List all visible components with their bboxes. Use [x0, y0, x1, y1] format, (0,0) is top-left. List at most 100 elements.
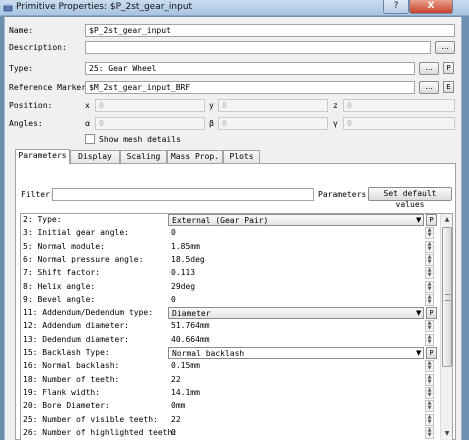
- parameter-name: 26: Number of highlighted teeth:: [23, 427, 178, 437]
- spinner-icon[interactable]: ▲ ▼: [425, 333, 434, 346]
- title-bar: Primitive Properties: $P_2st_gear_input …: [0, 0, 469, 16]
- parameter-p-button[interactable]: P: [426, 347, 437, 359]
- angle-alpha-field[interactable]: 0: [95, 117, 205, 130]
- parameter-row: 15: Backlash Type: Normal backlash ▼ P: [21, 347, 441, 359]
- scroll-down-icon[interactable]: ▼: [441, 428, 452, 440]
- description-label: Description:: [9, 43, 67, 52]
- spinner-icon[interactable]: ▲ ▼: [425, 293, 434, 306]
- parameter-row: 9: Bevel angle: 0 ▲ ▼: [21, 293, 441, 306]
- parameter-row: 19: Flank width: 14.1mm ▲ ▼: [21, 386, 441, 399]
- spinner-icon[interactable]: ▲ ▼: [425, 373, 434, 386]
- position-y-label: y: [209, 101, 214, 110]
- parameter-value-field[interactable]: 0: [168, 227, 434, 239]
- scroll-up-icon[interactable]: ▲: [441, 214, 452, 226]
- spinner-icon[interactable]: ▲ ▼: [425, 280, 434, 293]
- parameter-p-button[interactable]: P: [426, 214, 437, 226]
- parameter-value-field[interactable]: 1.85mm: [168, 241, 434, 253]
- parameter-value-field[interactable]: 29deg: [168, 281, 434, 293]
- parameter-value-field[interactable]: 22: [168, 374, 434, 386]
- scrollbar-thumb[interactable]: [442, 227, 452, 367]
- parameter-value-field[interactable]: 0mm: [168, 400, 434, 412]
- tab-parameters[interactable]: Parameters: [15, 149, 70, 164]
- parameter-row: 6: Normal pressure angle: 18.5deg ▲ ▼: [21, 253, 441, 266]
- parameter-grid: 2: Type: External (Gear Pair) ▼ P 3: Initial…: [20, 213, 453, 440]
- name-label: Name:: [9, 26, 34, 35]
- angle-alpha-label: α: [85, 119, 91, 128]
- parameter-value-field[interactable]: 22: [168, 414, 434, 426]
- spinner-icon[interactable]: ▲ ▼: [425, 267, 434, 280]
- close-button[interactable]: X: [409, 0, 453, 14]
- spinner-icon[interactable]: ▲ ▼: [425, 426, 434, 439]
- parameter-name: 6: Normal pressure angle:: [23, 254, 144, 264]
- parameter-scrollbar[interactable]: ▲ ▼: [440, 214, 452, 440]
- set-default-values-button[interactable]: Set default values: [368, 187, 452, 209]
- spinner-icon[interactable]: ▲ ▼: [425, 320, 434, 333]
- parameter-dropdown[interactable]: Diameter: [168, 307, 424, 320]
- position-z-field[interactable]: 0: [343, 99, 455, 112]
- spinner-icon[interactable]: ▲ ▼: [425, 240, 434, 253]
- parameter-name: 7: Shift factor:: [23, 268, 101, 278]
- reference-marker-label: Reference Marker:: [9, 83, 91, 92]
- spinner-icon[interactable]: ▲ ▼: [425, 253, 434, 266]
- parameter-row: 7: Shift factor: 0.113 ▲ ▼: [21, 267, 441, 280]
- position-x-field[interactable]: 0: [95, 99, 205, 112]
- parameter-value-field[interactable]: 18.5deg: [168, 254, 434, 266]
- position-y-field[interactable]: 0: [218, 99, 328, 112]
- parameter-value-field[interactable]: 14.1mm: [168, 387, 434, 399]
- parameter-name: 3: Initial gear angle:: [23, 228, 129, 238]
- tab-scaling[interactable]: Scaling: [120, 150, 167, 163]
- parameter-row: 13: Dedendum diameter: 40.664mm ▲ ▼: [21, 333, 441, 346]
- spinner-icon[interactable]: ▲ ▼: [425, 360, 434, 373]
- parameter-row: 5: Normal module: 1.85mm ▲ ▼: [21, 240, 441, 253]
- dialog-body: Name: $P_2st_gear_input Description: ...…: [4, 17, 462, 440]
- reference-marker-field[interactable]: $M_2st_gear_input_BRF: [85, 81, 415, 94]
- angle-gamma-field[interactable]: 0: [343, 117, 455, 130]
- parameter-row: 20: Bore Diameter: 0mm ▲ ▼: [21, 400, 441, 413]
- parameter-row: 26: Number of highlighted teeth: 0 ▲ ▼: [21, 426, 441, 439]
- type-p-button[interactable]: P: [443, 62, 454, 74]
- angle-beta-label: β: [209, 119, 215, 128]
- angle-beta-field[interactable]: 0: [218, 117, 328, 130]
- parameter-row: 18: Number of teeth: 22 ▲ ▼: [21, 373, 441, 386]
- tab-mass-prop[interactable]: Mass Prop.: [167, 150, 223, 163]
- angles-label: Angles:: [9, 119, 43, 128]
- description-browse-button[interactable]: ...: [435, 41, 455, 54]
- spinner-icon[interactable]: ▲ ▼: [425, 400, 434, 413]
- parameter-name: 5: Normal module:: [23, 241, 105, 251]
- position-z-label: z: [333, 101, 338, 110]
- parameter-value-field[interactable]: 0.113: [168, 267, 434, 279]
- app-icon: [3, 4, 13, 12]
- parameter-value-field[interactable]: 51.764mm: [168, 320, 434, 332]
- tab-plots[interactable]: Plots: [223, 150, 260, 163]
- parameter-value-field[interactable]: 40.664mm: [168, 334, 434, 346]
- parameter-name: 8: Helix angle:: [23, 281, 96, 291]
- parameter-row: 2: Type: External (Gear Pair) ▼ P: [21, 214, 441, 226]
- spinner-icon[interactable]: ▲ ▼: [425, 413, 434, 426]
- name-field[interactable]: $P_2st_gear_input: [85, 24, 455, 37]
- parameter-value-field[interactable]: 0: [168, 427, 434, 439]
- parameter-value-field[interactable]: 0.15mm: [168, 360, 434, 372]
- spinner-icon[interactable]: ▲ ▼: [425, 386, 434, 399]
- parameter-name: 12: Addendum diameter:: [23, 321, 129, 331]
- parameter-dropdown[interactable]: External (Gear Pair): [168, 214, 424, 226]
- parameters-panel: Filter: Parameters: Set default values 2…: [15, 163, 456, 440]
- show-mesh-checkbox[interactable]: [85, 134, 95, 144]
- parameter-name: 25: Number of visible teeth:: [23, 414, 158, 424]
- filter-input[interactable]: [52, 188, 314, 201]
- parameter-name: 15: Backlash Type:: [23, 348, 110, 357]
- parameter-row: 25: Number of visible teeth: 22 ▲ ▼: [21, 413, 441, 426]
- parameter-dropdown[interactable]: Normal backlash: [168, 347, 424, 359]
- spinner-icon[interactable]: ▲ ▼: [425, 227, 434, 240]
- type-browse-button[interactable]: ...: [419, 62, 439, 75]
- window-title: Primitive Properties: $P_2st_gear_input: [16, 2, 193, 12]
- tab-display[interactable]: Display: [70, 150, 120, 163]
- description-field[interactable]: [85, 41, 431, 54]
- help-button[interactable]: ?: [383, 0, 409, 14]
- parameter-name: 13: Dedendum diameter:: [23, 334, 129, 344]
- reference-marker-browse-button[interactable]: ...: [419, 81, 439, 94]
- parameters-label: Parameters:: [318, 190, 371, 199]
- parameter-value-field[interactable]: 0: [168, 294, 434, 306]
- reference-marker-e-button[interactable]: E: [443, 81, 454, 93]
- parameter-p-button[interactable]: P: [426, 307, 437, 320]
- type-field[interactable]: 25: Gear Wheel: [85, 62, 415, 75]
